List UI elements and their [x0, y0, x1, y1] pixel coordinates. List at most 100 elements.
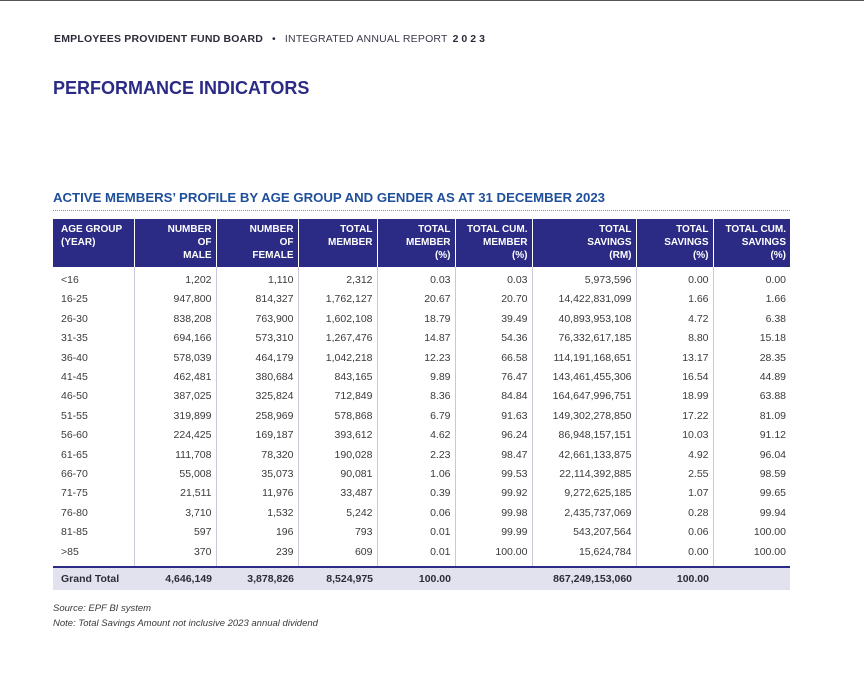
table-row: 16-25 947,800 814,327 1,762,127 20.67 20.70 14…: [53, 290, 790, 310]
column-header-line: (%): [770, 250, 786, 261]
column-header-line: TOTAL: [676, 224, 709, 235]
table-cell: 1.66: [765, 293, 786, 306]
table-cell: 393,612: [298, 426, 378, 446]
table-cell: 76,332,617,185: [532, 329, 637, 349]
table-cell: 793: [298, 523, 378, 543]
table-row: <16 1,202 1,110 2,312 0.03 0.03 5,973,596 0.00 0…: [53, 267, 790, 291]
table-cell: 149,302,278,850: [532, 406, 637, 427]
table-cell: 96.24: [455, 426, 533, 446]
table-cell: 114,191,168,651: [532, 348, 637, 369]
age-group-cell: 16-25: [53, 290, 135, 310]
table-cell: 99.53: [455, 465, 533, 485]
table-cell: 20.70: [455, 290, 533, 310]
age-group-cell: 31-35: [53, 329, 135, 349]
age-group-cell: 46-50: [53, 387, 135, 407]
column-header: AGE GROUP (YEAR): [53, 219, 135, 267]
table-row: 81-85 597 196 793 0.01 99.99 543,207,564 0.06 10…: [53, 523, 790, 543]
table-cell: 28.35: [759, 351, 786, 364]
table-cell: 18.99: [636, 387, 714, 407]
column-header-line: NUMBER: [249, 224, 294, 235]
table-cell: 1,110: [216, 267, 299, 291]
age-group-cell: >85: [53, 542, 135, 568]
table-row: 26-30 838,208 763,900 1,602,108 18.79 39.49 40…: [53, 309, 790, 330]
table-cell: 694,166: [134, 329, 217, 349]
table-cell: 33,487: [298, 484, 378, 504]
table-cell: 13.17: [636, 348, 714, 369]
table-cell: 2.55: [636, 465, 714, 485]
column-header-line: (%): [434, 250, 451, 261]
grand-total-label: Grand Total: [53, 566, 134, 591]
table-cell: 6.79: [377, 406, 456, 427]
source-note: Source: EPF BI system: [53, 603, 152, 614]
table-cell: 387,025: [134, 387, 217, 407]
table-cell: 10.03: [636, 426, 714, 446]
age-group-cell: 56-60: [53, 426, 135, 446]
column-header-line: MEMBER: [328, 237, 373, 248]
table-cell: 111,708: [134, 445, 217, 466]
grand-total-cell: 100.00: [377, 566, 455, 591]
table-cell: 86,948,157,151: [532, 426, 637, 446]
age-group-cell: 66-70: [53, 465, 135, 485]
table-cell: 543,207,564: [532, 523, 637, 543]
table-cell: 8.80: [636, 329, 714, 349]
table-cell: 42,661,133,875: [532, 445, 637, 466]
table-cell: 11,976: [216, 484, 299, 504]
table-cell: 2,312: [298, 267, 378, 291]
grand-total-cell: [713, 566, 790, 591]
table-row: 61-65 111,708 78,320 190,028 2.23 98.47 42,661…: [53, 445, 790, 466]
table-row: 66-70 55,008 35,073 90,081 1.06 99.53 22,114,3…: [53, 465, 790, 485]
table-body: <16 1,202 1,110 2,312 0.03 0.03 5,973,596 0.00 0…: [53, 267, 790, 568]
table-cell: 15.18: [759, 332, 786, 345]
report-header: EMPLOYEES PROVIDENT FUND BOARD • INTEGRATE…: [54, 33, 488, 45]
footnote: Note: Total Savings Amount not inclusive…: [53, 618, 318, 629]
column-header-line: MEMBER: [483, 237, 528, 248]
column-header-line: (%): [511, 250, 528, 261]
table-row: 71-75 21,511 11,976 33,487 0.39 99.92 9,272,62…: [53, 484, 790, 504]
table-row: 36-40 578,039 464,179 1,042,218 12.23 66.58 11…: [53, 348, 790, 369]
age-group-cell: 26-30: [53, 309, 135, 330]
table-cell: 12.23: [377, 348, 456, 369]
column-header: TOTAL CUM. MEMBER (%): [455, 219, 533, 267]
table-cell: 190,028: [298, 445, 378, 466]
age-group-cell: 51-55: [53, 406, 135, 427]
table-cell: 609: [298, 542, 378, 568]
table-cell: 0.01: [377, 542, 456, 568]
table-cell: 0.06: [377, 503, 456, 524]
table-cell: 196: [216, 523, 299, 543]
table-cell: 814,327: [216, 290, 299, 310]
table-cell: 1.66: [636, 290, 714, 310]
table-cell: 462,481: [134, 368, 217, 388]
column-header: TOTAL CUM. SAVINGS (%): [713, 219, 790, 267]
table-cell: 0.03: [455, 267, 533, 291]
table-cell: 0.00: [765, 274, 786, 286]
age-group-cell: 71-75: [53, 484, 135, 504]
table-cell: 2.23: [377, 445, 456, 466]
table-cell: 1,202: [134, 267, 217, 291]
column-header-line: TOTAL: [418, 224, 451, 235]
table-cell: 21,511: [134, 484, 217, 504]
table-cell: 464,179: [216, 348, 299, 369]
table-cell: 224,425: [134, 426, 217, 446]
table-cell: 55,008: [134, 465, 217, 485]
table-cell: 4.72: [636, 309, 714, 330]
table-cell: 100.00: [753, 545, 786, 558]
table-row: 41-45 462,481 380,684 843,165 9.89 76.47 143,4…: [53, 368, 790, 388]
column-header-line: SAVINGS: [741, 237, 786, 248]
table-cell: 2,435,737,069: [532, 503, 637, 524]
table-cell: 1,267,476: [298, 329, 378, 349]
table-cell: 99.65: [759, 487, 786, 500]
column-header-line: NUMBER: [167, 224, 212, 235]
table-cell: 3,710: [134, 503, 217, 524]
table-cell: 35,073: [216, 465, 299, 485]
table-cell: 143,461,455,306: [532, 368, 637, 388]
table-cell: 78,320: [216, 445, 299, 466]
table-cell: 0.06: [636, 523, 714, 543]
column-header-line: AGE GROUP: [61, 224, 123, 235]
grand-total-cell: [455, 566, 532, 591]
column-header: TOTAL MEMBER: [298, 219, 378, 267]
table-cell: 843,165: [298, 368, 378, 388]
table-cell: 20.67: [377, 290, 456, 310]
table-cell: 1.07: [636, 484, 714, 504]
column-header-line: MEMBER: [406, 237, 451, 248]
grand-total-row: Grand Total 4,646,149 3,878,826 8,524,975 10…: [53, 566, 790, 591]
